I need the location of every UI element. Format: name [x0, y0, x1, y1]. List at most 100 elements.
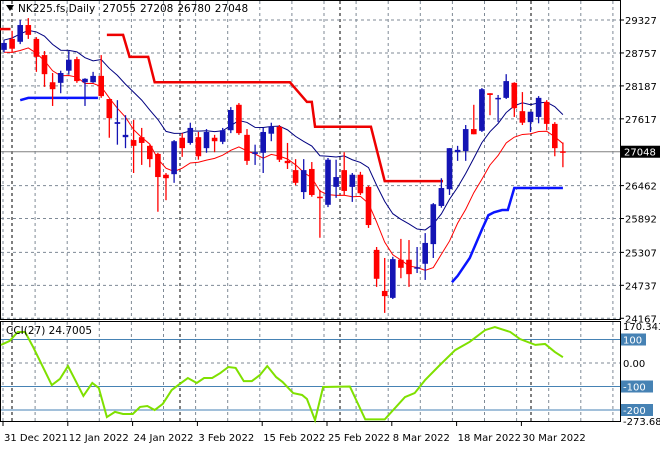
bear-candle-body [373, 249, 380, 279]
bull-candle-body [535, 97, 542, 117]
bear-candle-body [147, 145, 153, 160]
bear-candle-body [211, 137, 218, 142]
price-axis-label: 25892 [625, 215, 657, 226]
bull-candle-body [349, 174, 356, 187]
dropdown-triangle-icon[interactable] [6, 5, 14, 11]
bull-candle-body [430, 204, 437, 245]
bull-candle-body [122, 134, 129, 138]
chart-header: NK225.fs,Daily 27055 27208 26780 27048 [6, 3, 252, 15]
bear-candle-body [244, 134, 250, 161]
bull-candle-body [82, 78, 88, 83]
low-value: 26780 [177, 3, 211, 15]
bear-candle-body [49, 82, 56, 90]
bear-candle-body [487, 93, 493, 95]
bear-candle-body [406, 259, 412, 275]
bull-candle-body [203, 131, 210, 149]
close-value: 27048 [214, 3, 249, 15]
bear-candle-body [163, 174, 169, 179]
bear-candle-body [25, 25, 32, 35]
bear-candle-body [195, 137, 202, 157]
date-axis-label: 3 Feb 2022 [198, 433, 254, 444]
bear-candle-body [276, 126, 283, 160]
price-axis-label: 27617 [625, 115, 657, 126]
bull-candle-body [252, 152, 258, 154]
bear-candle-body [284, 160, 291, 164]
bear-candle-body [552, 123, 558, 149]
date-axis-label: 18 Mar 2022 [458, 433, 521, 444]
bear-candle-body [398, 259, 404, 268]
bear-candle-body [138, 137, 145, 143]
bear-candle-body [317, 196, 323, 199]
bear-candle-body [155, 153, 161, 178]
bull-candle-body [438, 188, 445, 206]
bear-candle-body [381, 290, 388, 297]
bull-candle-body [446, 148, 453, 190]
date-axis-label: 8 Mar 2022 [393, 433, 450, 444]
cci-value: 24.7005 [48, 325, 93, 337]
bear-candle-body [236, 104, 242, 134]
bear-candle-body [74, 59, 80, 82]
bull-candle-body [390, 259, 396, 298]
bull-candle-body [228, 110, 234, 131]
bull-candle-body [219, 130, 226, 142]
bull-candle-body [171, 141, 177, 175]
bull-candle-body [260, 131, 266, 153]
bear-candle-body [309, 168, 315, 195]
bear-candle-body [357, 174, 364, 194]
bear-candle-body [98, 75, 104, 97]
price-axis-label: 28187 [625, 82, 657, 93]
bull-candle-body [90, 75, 96, 83]
bull-candle-body [414, 267, 420, 269]
date-axis-label: 25 Feb 2022 [328, 433, 390, 444]
bear-candle-body [130, 140, 137, 146]
cci-header: CCI(27) 24.7005 [6, 325, 92, 337]
bear-candle-body [543, 101, 550, 124]
bull-candle-body [114, 122, 121, 124]
bull-candle-body [422, 242, 428, 264]
cci-label: CCI(27) [6, 325, 46, 337]
bear-candle-body [365, 186, 372, 226]
bear-candle-body [179, 137, 185, 149]
current-price-label: 27048 [624, 148, 656, 159]
bull-candle-body [333, 177, 339, 187]
cci-level-label: -200 [623, 406, 646, 417]
cci-level-label: -100 [623, 383, 646, 394]
bear-candle-body [9, 38, 15, 49]
cci-level-label: 100 [623, 336, 642, 347]
cci-min-label: -273.680 [623, 417, 660, 428]
price-axis-label: 26462 [625, 182, 657, 193]
date-axis-label: 15 Feb 2022 [263, 433, 325, 444]
bear-candle-body [33, 38, 40, 57]
date-axis-label: 24 Jan 2022 [134, 433, 194, 444]
date-axis-label: 31 Dec 2021 [4, 433, 68, 444]
bear-candle-body [341, 170, 347, 191]
bull-candle-body [187, 127, 194, 143]
bull-candle-body [57, 73, 64, 83]
price-axis-label: 28757 [625, 49, 657, 60]
bull-candle-body [1, 42, 7, 50]
bull-candle-body [479, 89, 485, 131]
bear-candle-body [106, 99, 113, 119]
bull-candle-body [300, 170, 307, 193]
cci-level-label: 0.00 [623, 359, 645, 370]
open-value: 27055 [102, 3, 136, 15]
bull-candle-body [527, 111, 534, 123]
date-axis-label: 12 Jan 2022 [69, 433, 129, 444]
symbol-label: NK225.fs,Daily [18, 3, 96, 15]
bull-candle-body [454, 149, 461, 153]
price-axis-label: 24737 [625, 281, 657, 292]
bear-candle-body [511, 82, 518, 109]
chart-canvas: 29327 28757 28187 27617 26462 25892 25307 24737… [0, 0, 660, 444]
bear-candle-body [292, 170, 299, 183]
price-axis-label: 29327 [625, 16, 657, 27]
bull-candle-body [17, 25, 23, 42]
bear-candle-body [519, 111, 526, 123]
bull-candle-body [66, 59, 72, 71]
bull-candle-body [325, 159, 331, 205]
price-axis-label: 25307 [625, 248, 657, 259]
bear-candle-body [560, 151, 566, 153]
date-axis-label: 30 Mar 2022 [522, 433, 585, 444]
bear-candle-body [41, 55, 48, 75]
bear-candle-body [471, 129, 477, 135]
main-panel-frame [0, 0, 621, 320]
